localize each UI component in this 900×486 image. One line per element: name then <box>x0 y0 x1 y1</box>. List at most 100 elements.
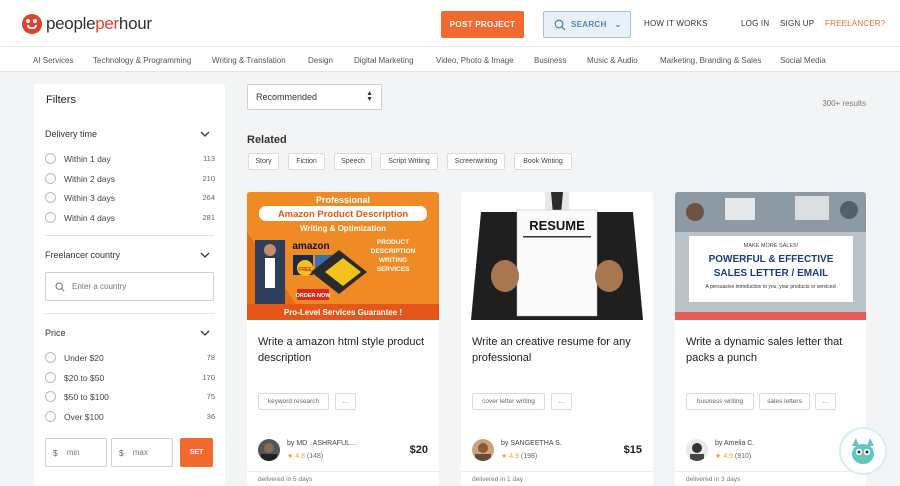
gig-title[interactable]: Write an creative resume for any profess… <box>472 334 644 366</box>
gig-thumbnail[interactable]: MAKE MORE SALES! POWERFUL & EFFECTIVE SA… <box>675 192 866 320</box>
delivery-time-title[interactable]: Delivery time <box>45 129 97 139</box>
radio-button[interactable] <box>45 372 56 383</box>
delivery-info: delivered in 1 day <box>461 471 653 486</box>
seller-rating: ★ 4.9 (198) <box>501 453 538 460</box>
chevron-down-icon[interactable] <box>200 328 210 338</box>
price-title[interactable]: Price <box>45 328 66 338</box>
radio-button[interactable] <box>45 352 56 363</box>
country-input[interactable] <box>72 282 192 291</box>
more-tags-button[interactable]: ... <box>815 393 836 410</box>
category-music-audio[interactable]: Music & Audio <box>587 56 638 65</box>
how-it-works-link[interactable]: HOW IT WORKS <box>644 19 708 28</box>
gig-tag[interactable]: sales letters <box>759 393 810 410</box>
post-project-button[interactable]: POST PROJECT <box>441 11 524 38</box>
category-business[interactable]: Business <box>534 56 566 65</box>
chevron-down-icon: ⌄ <box>614 20 622 29</box>
gig-title[interactable]: Write a amazon html style product descri… <box>258 334 430 366</box>
related-chip-script-writing[interactable]: Script Writing <box>380 153 438 170</box>
related-chip-fiction[interactable]: Fiction <box>288 153 325 170</box>
gig-title[interactable]: Write a dynamic sales letter that packs … <box>686 334 858 366</box>
sort-select[interactable]: Recommended ▲ ▼ <box>247 84 382 110</box>
thumb-sub: Writing & Optimization <box>300 224 386 233</box>
category-ai-services[interactable]: AI Services <box>33 56 73 65</box>
avatar[interactable] <box>258 439 280 461</box>
more-tags-button[interactable]: ... <box>335 393 356 410</box>
log-in-link[interactable]: LOG IN <box>741 19 769 28</box>
price-option-over-100[interactable]: Over $100 36 <box>45 411 215 423</box>
sign-up-link[interactable]: SIGN UP <box>780 19 814 28</box>
category-video-photo-image[interactable]: Video, Photo & Image <box>436 56 514 65</box>
top-header: peopleperhour POST PROJECT SEARCH ⌄ HOW … <box>0 0 900 46</box>
delivery-option-1-day[interactable]: Within 1 day 113 <box>45 153 215 165</box>
gig-card[interactable]: RESUME Write an creative resume for any … <box>461 192 653 486</box>
search-label: SEARCH <box>571 20 607 29</box>
thumb-top: MAKE MORE SALES! <box>744 243 799 249</box>
gig-tag[interactable]: keyword research <box>258 393 329 410</box>
thumb-line-1: POWERFUL & EFFECTIVE <box>709 254 834 265</box>
related-chip-book-writing[interactable]: Book Writing <box>514 153 572 170</box>
thumb-paper-title: RESUME <box>529 218 585 233</box>
price-option-20-to-50[interactable]: $20 to $50 170 <box>45 372 215 384</box>
radio-button[interactable] <box>45 192 56 203</box>
currency-symbol: $ <box>119 447 124 458</box>
bot-mascot-icon <box>852 438 874 464</box>
category-marketing-branding-sales[interactable]: Marketing, Branding & Sales <box>660 56 761 65</box>
related-chip-screenwriting[interactable]: Screenwriting <box>447 153 505 170</box>
gig-thumbnail[interactable]: RESUME <box>461 192 653 320</box>
min-price-field[interactable]: $ <box>45 438 107 467</box>
set-price-button[interactable]: SET <box>180 438 213 467</box>
star-icon: ★ <box>287 453 294 460</box>
freelancer-link[interactable]: FREELANCER? <box>825 19 885 28</box>
category-social-media[interactable]: Social Media <box>780 56 826 65</box>
category-design[interactable]: Design <box>308 56 333 65</box>
delivery-option-2-days[interactable]: Within 2 days 210 <box>45 173 215 185</box>
category-writing-translation[interactable]: Writing & Translation <box>212 56 286 65</box>
avatar[interactable] <box>472 439 494 461</box>
delivery-option-3-days[interactable]: Within 3 days 264 <box>45 192 215 204</box>
gig-tag[interactable]: business writing <box>686 393 754 410</box>
min-price-input[interactable] <box>66 448 103 457</box>
star-icon: ★ <box>715 453 722 460</box>
price-option-50-to-100[interactable]: $50 to $100 75 <box>45 391 215 403</box>
sort-arrows-icon: ▲ ▼ <box>366 90 373 103</box>
sort-value: Recommended <box>256 92 318 102</box>
seller-name[interactable]: by Amelia C. <box>715 440 754 447</box>
more-tags-button[interactable]: ... <box>551 393 572 410</box>
radio-button[interactable] <box>45 173 56 184</box>
radio-button[interactable] <box>45 153 56 164</box>
avatar[interactable] <box>686 439 708 461</box>
search-button[interactable]: SEARCH ⌄ <box>543 11 631 38</box>
radio-button[interactable] <box>45 411 56 422</box>
gig-price: $15 <box>623 444 642 456</box>
seller-name[interactable]: by SANGEETHA S. <box>501 440 562 447</box>
gig-tag[interactable]: cover letter writing <box>472 393 545 410</box>
thumb-footer: Pro-Level Services Guarantee ! <box>284 308 402 317</box>
seller-name[interactable]: by MD . ASHRAFUL... <box>287 440 356 447</box>
thumb-heading: Professional <box>316 195 370 205</box>
chevron-down-icon[interactable] <box>200 250 210 260</box>
delivery-option-4-days[interactable]: Within 4 days 281 <box>45 212 215 224</box>
logo[interactable]: peopleperhour <box>22 14 152 34</box>
gig-card[interactable]: MAKE MORE SALES! POWERFUL & EFFECTIVE SA… <box>675 192 866 486</box>
related-chip-speech[interactable]: Speech <box>334 153 372 170</box>
results-count: 300+ results <box>822 99 866 108</box>
category-technology-programming[interactable]: Technology & Programming <box>93 56 191 65</box>
chat-bot-button[interactable] <box>839 427 887 475</box>
thumb-badge: FREE <box>298 267 312 273</box>
radio-button[interactable] <box>45 391 56 402</box>
logo-icon <box>22 14 42 34</box>
max-price-input[interactable] <box>132 448 169 457</box>
country-field[interactable] <box>45 272 214 301</box>
category-digital-marketing[interactable]: Digital Marketing <box>354 56 414 65</box>
gig-price: $20 <box>409 444 428 456</box>
chevron-down-icon[interactable] <box>200 129 210 139</box>
price-option-under-20[interactable]: Under $20 78 <box>45 352 215 364</box>
gig-card[interactable]: Professional Amazon Product Description … <box>247 192 439 486</box>
gig-thumbnail[interactable]: Professional Amazon Product Description … <box>247 192 439 320</box>
radio-button[interactable] <box>45 212 56 223</box>
freelancer-country-title[interactable]: Freelancer country <box>45 250 120 260</box>
max-price-field[interactable]: $ <box>111 438 173 467</box>
logo-text: peopleperhour <box>46 14 152 33</box>
related-chip-story[interactable]: Story <box>248 153 279 170</box>
search-icon <box>554 19 566 30</box>
